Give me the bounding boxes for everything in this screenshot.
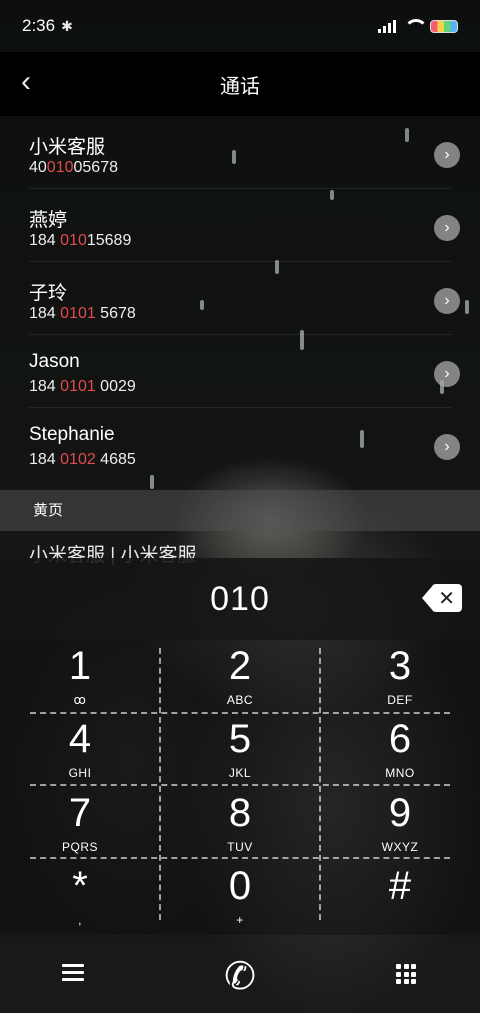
key-5[interactable]: 5 JKL bbox=[160, 713, 320, 786]
contact-name: Jason bbox=[29, 351, 80, 372]
wifi-icon bbox=[404, 19, 428, 33]
key-4[interactable]: 4 GHI bbox=[0, 713, 160, 786]
key-0[interactable]: 0 + bbox=[160, 860, 320, 933]
dialed-number: 010 bbox=[210, 580, 270, 618]
chevron-right-icon[interactable]: › bbox=[434, 215, 460, 241]
key-9[interactable]: 9 WXYZ bbox=[320, 787, 480, 860]
key-1[interactable]: 1ꝏ bbox=[0, 640, 160, 713]
key-2[interactable]: 2 ABC bbox=[160, 640, 320, 713]
list-item[interactable]: 小米客服 4001005678 › bbox=[0, 116, 480, 189]
contact-number: 184 0101 5678 bbox=[29, 305, 136, 322]
key-6[interactable]: 6 MNO bbox=[320, 713, 480, 786]
key-star[interactable]: *, bbox=[0, 860, 160, 933]
key-7[interactable]: 7 PQRS bbox=[0, 787, 160, 860]
match-highlight: 0101 bbox=[60, 305, 96, 322]
status-time: 2:36 bbox=[22, 16, 56, 35]
key-hash[interactable]: # bbox=[320, 860, 480, 933]
signal-icon bbox=[378, 19, 396, 33]
match-highlight: 010 bbox=[60, 232, 87, 249]
page-title: 通话 bbox=[220, 76, 260, 98]
status-bar: 2:36 ✱ bbox=[0, 0, 480, 52]
app-header: ‹ 通话 bbox=[0, 52, 480, 116]
keypad-icon[interactable] bbox=[396, 964, 416, 984]
contact-number: 184 01015689 bbox=[29, 232, 132, 249]
dial-keypad: 1ꝏ 2 ABC 3 DEF 4 GHI 5 JKL 6 MNO 7 PQRS 8 TUV 9… bbox=[0, 640, 480, 935]
list-item[interactable]: 燕婷 184 01015689 › bbox=[0, 189, 480, 262]
contact-number: 184 0101 0029 bbox=[29, 378, 136, 395]
chevron-right-icon[interactable]: › bbox=[434, 142, 460, 168]
section-header-yellow-pages: 黄页 bbox=[0, 490, 480, 531]
voicemail-icon: ꝏ bbox=[73, 693, 87, 707]
match-highlight: 0102 bbox=[60, 451, 96, 468]
match-highlight: 0101 bbox=[60, 378, 96, 395]
phone-call-icon[interactable]: ✆ bbox=[219, 956, 261, 998]
backspace-button[interactable]: ✕ bbox=[422, 584, 462, 612]
match-highlight: 010 bbox=[46, 159, 74, 176]
key-3[interactable]: 3 DEF bbox=[320, 640, 480, 713]
dial-display: 010 ✕ bbox=[0, 558, 480, 640]
close-icon: ✕ bbox=[438, 588, 455, 610]
key-8[interactable]: 8 TUV bbox=[160, 787, 320, 860]
contact-number: 4001005678 bbox=[29, 159, 118, 176]
search-results-list: 小米客服 4001005678 › 燕婷 184 01015689 › 子玲 1… bbox=[0, 116, 480, 481]
contact-name: 燕婷 bbox=[29, 210, 68, 231]
contact-name: 子玲 bbox=[29, 283, 68, 304]
chevron-right-icon[interactable]: › bbox=[434, 434, 460, 460]
contact-name: Stephanie bbox=[29, 424, 115, 445]
chevron-right-icon[interactable]: › bbox=[434, 288, 460, 314]
contact-number: 184 0102 4685 bbox=[29, 451, 136, 468]
chevron-right-icon[interactable]: › bbox=[434, 361, 460, 387]
bluetooth-icon: ✱ bbox=[61, 17, 73, 34]
list-item[interactable]: Jason 184 0101 0029 › bbox=[0, 335, 480, 408]
contact-name: 小米客服 bbox=[29, 137, 106, 158]
list-item[interactable]: Stephanie 184 0102 4685 › bbox=[0, 408, 480, 481]
bottom-action-bar: ✆ bbox=[0, 940, 480, 1013]
battery-icon bbox=[430, 19, 458, 33]
list-item[interactable]: 子玲 184 0101 5678 › bbox=[0, 262, 480, 335]
menu-icon[interactable] bbox=[62, 964, 84, 982]
